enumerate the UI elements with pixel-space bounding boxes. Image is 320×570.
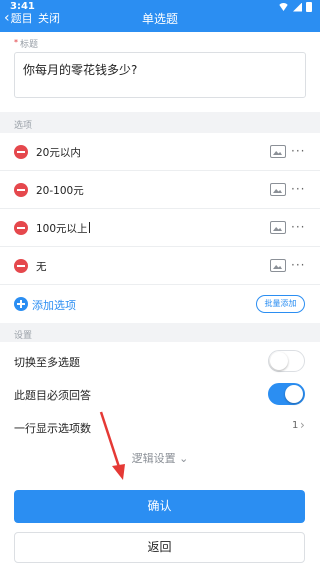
toggle-knob xyxy=(270,352,288,370)
per-row-label: 一行显示选项数 xyxy=(14,422,91,435)
remove-option-icon[interactable] xyxy=(14,183,28,197)
more-options-icon[interactable]: ··· xyxy=(291,144,305,158)
logic-settings-label: 逻辑设置 xyxy=(131,452,176,465)
required-mark: * xyxy=(14,38,18,47)
settings-card: 切换至多选题 此题目必须回答 一行显示选项数 1 › 逻辑设置 ⌄ 确认 返回 xyxy=(0,342,320,570)
option-row: 无 ··· xyxy=(0,247,320,285)
add-circle-icon[interactable] xyxy=(14,297,28,311)
required-setting: 此题目必须回答 xyxy=(0,377,320,410)
chevron-right-icon: › xyxy=(300,418,305,432)
multi-select-toggle[interactable] xyxy=(268,350,305,372)
remove-option-icon[interactable] xyxy=(14,145,28,159)
per-row-setting[interactable]: 一行显示选项数 1 › xyxy=(0,410,320,443)
option-text-input[interactable]: 20元以内 xyxy=(36,145,81,160)
option-text-input[interactable]: 100元以上 xyxy=(36,221,90,236)
option-text-input[interactable]: 20-100元 xyxy=(36,183,84,198)
remove-option-icon[interactable] xyxy=(14,221,28,235)
confirm-button[interactable]: 确认 xyxy=(14,490,305,523)
back-button[interactable]: 返回 xyxy=(14,532,305,563)
batch-add-button[interactable]: 批量添加 xyxy=(256,295,305,313)
image-icon[interactable] xyxy=(270,145,286,158)
image-icon[interactable] xyxy=(270,183,286,196)
required-toggle[interactable] xyxy=(268,383,305,405)
option-row: 20元以内 ··· xyxy=(0,133,320,171)
add-option-button[interactable]: 添加选项 xyxy=(32,297,76,313)
question-title-label: 标题 xyxy=(20,40,39,50)
question-title-card: * 标题 你每月的零花钱多少? xyxy=(0,32,320,112)
image-icon[interactable] xyxy=(270,221,286,234)
per-row-value: 1 xyxy=(292,420,299,431)
multi-select-label: 切换至多选题 xyxy=(14,356,80,369)
page-title: 单选题 xyxy=(141,12,178,26)
multi-select-setting: 切换至多选题 xyxy=(0,344,320,377)
option-text: 100元以上 xyxy=(36,223,88,235)
required-label: 此题目必须回答 xyxy=(14,389,91,402)
settings-section-label: 设置 xyxy=(14,331,33,341)
remove-option-icon[interactable] xyxy=(14,259,28,273)
image-icon[interactable] xyxy=(270,259,286,272)
add-option-row: 添加选项 批量添加 xyxy=(0,285,320,323)
options-list: 20元以内 ··· 20-100元 ··· 100元以上 ··· 无 ··· 添… xyxy=(0,133,320,323)
logic-settings-link[interactable]: 逻辑设置 ⌄ xyxy=(0,450,320,466)
more-options-icon[interactable]: ··· xyxy=(291,182,305,196)
options-section-label: 选项 xyxy=(14,121,33,131)
chevron-down-icon: ⌄ xyxy=(179,452,189,465)
more-options-icon[interactable]: ··· xyxy=(291,220,305,234)
top-bar: 3:41 ‹ 题目 关闭 单选题 xyxy=(0,0,320,32)
option-row: 100元以上 ··· xyxy=(0,209,320,247)
option-text-input[interactable]: 无 xyxy=(36,259,47,274)
option-row: 20-100元 ··· xyxy=(0,171,320,209)
more-options-icon[interactable]: ··· xyxy=(291,258,305,272)
question-title-input[interactable]: 你每月的零花钱多少? xyxy=(14,52,306,98)
toggle-knob xyxy=(285,385,303,403)
text-cursor xyxy=(88,222,90,233)
